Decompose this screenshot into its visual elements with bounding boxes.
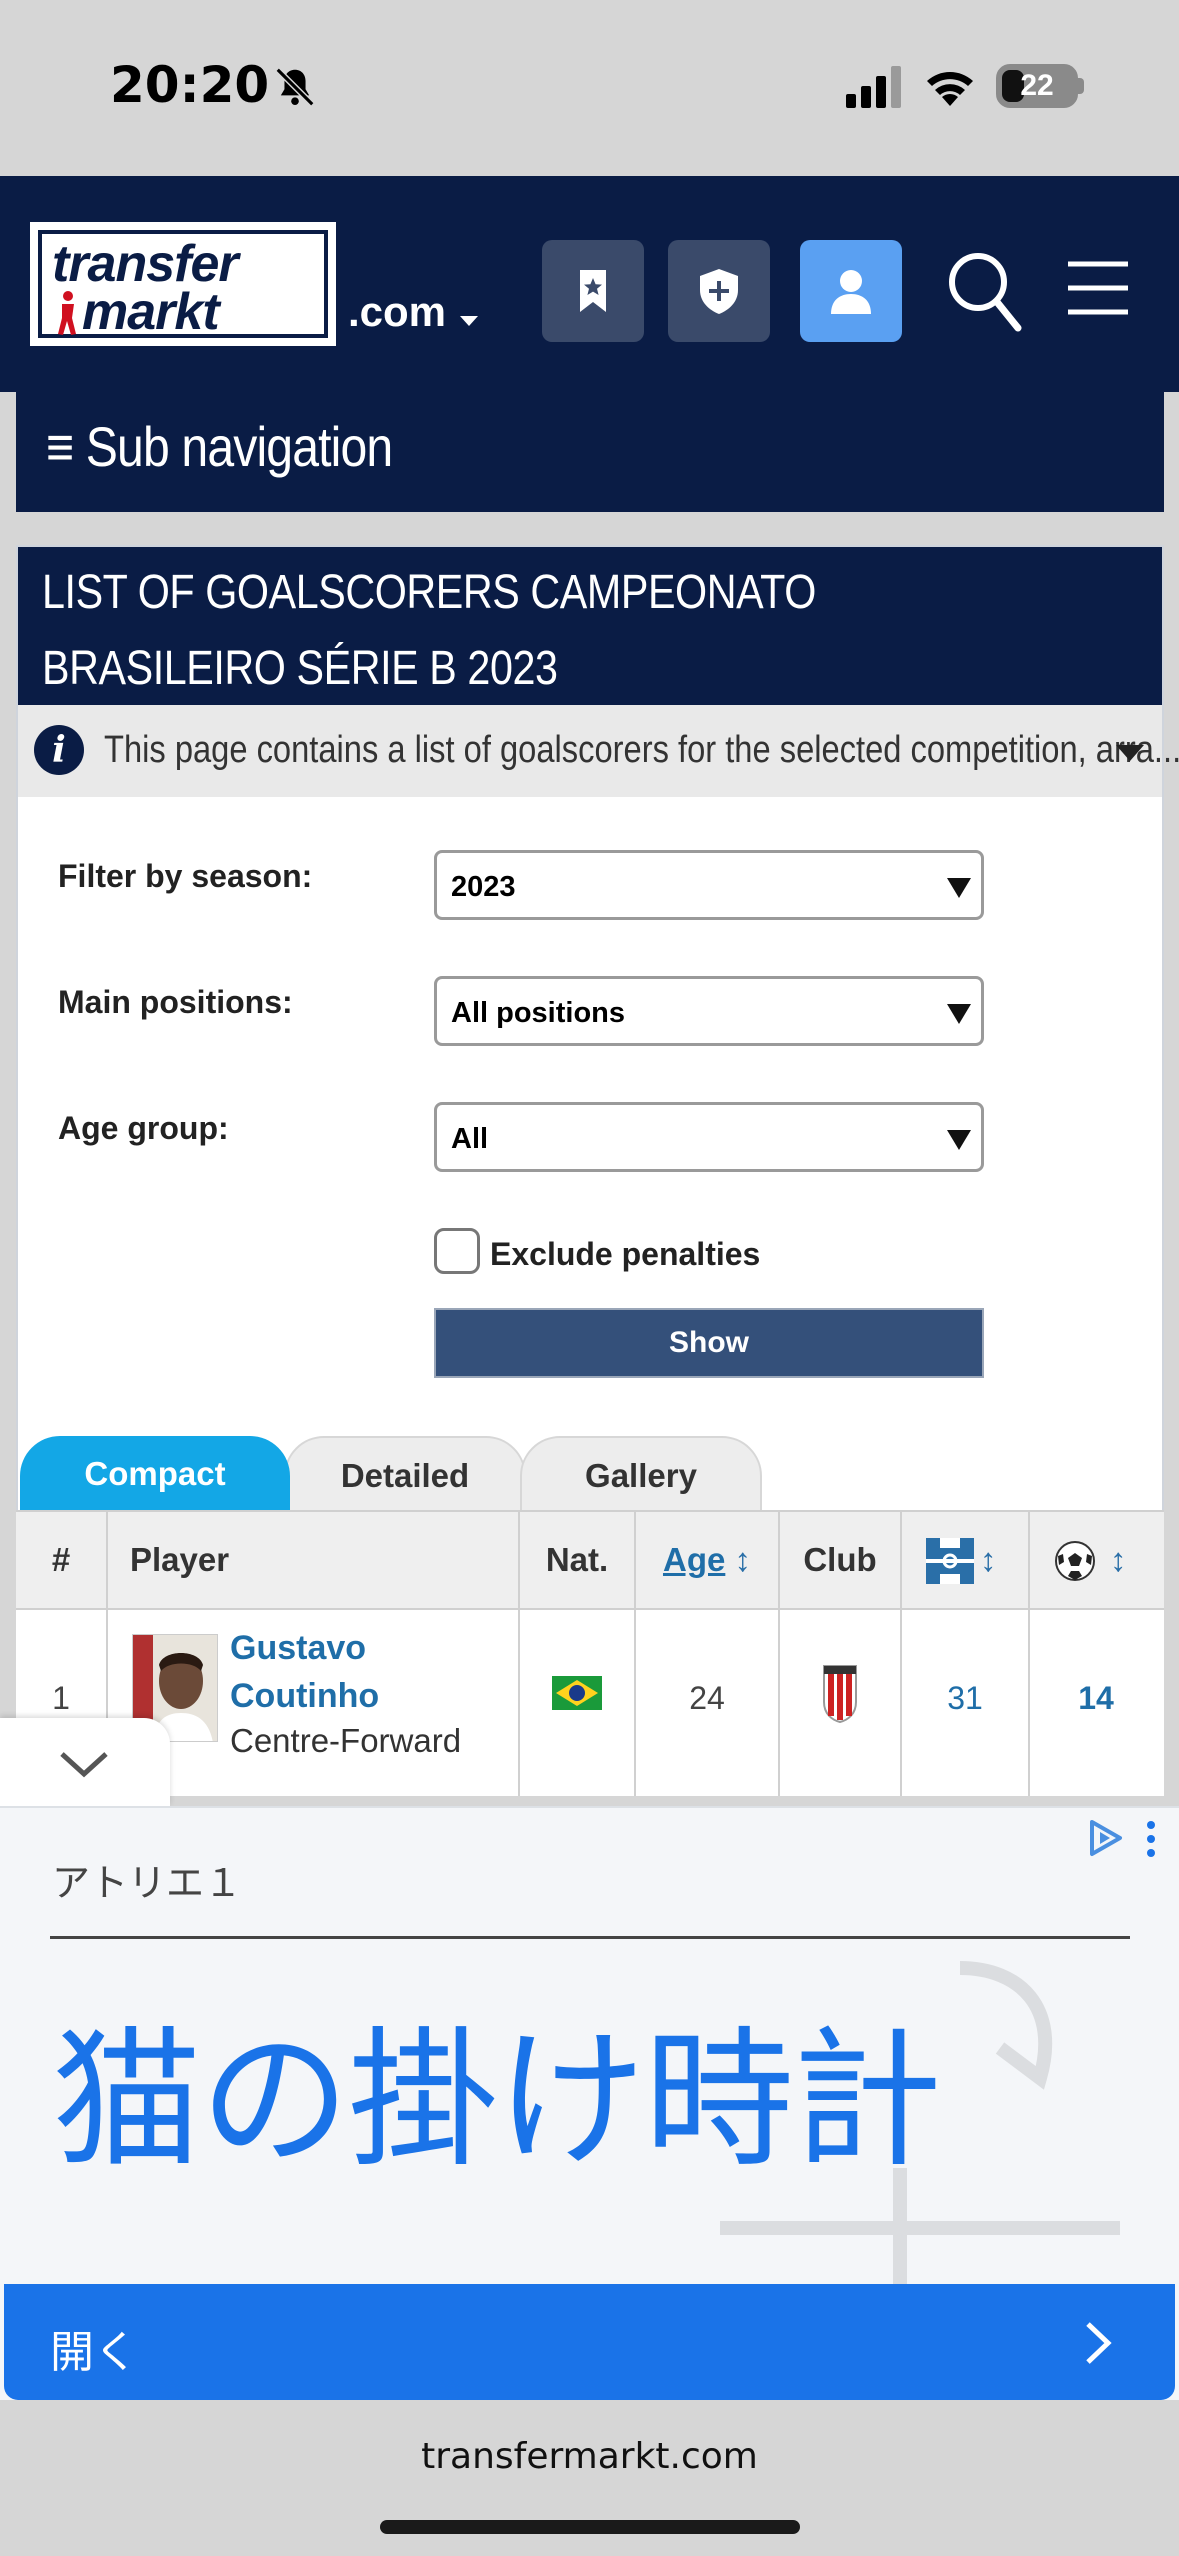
battery-icon: 22 <box>996 64 1078 108</box>
col-nat-header: Nat. <box>520 1512 636 1608</box>
club-crest-icon[interactable] <box>820 1662 860 1724</box>
season-select-value: 2023 <box>451 871 516 903</box>
tab-detailed[interactable]: Detailed <box>284 1436 526 1512</box>
bell-muted-icon <box>275 67 315 107</box>
age-select-value: All <box>451 1123 489 1155</box>
appearances-cell[interactable]: 31 <box>902 1610 1030 1796</box>
nationality-cell <box>520 1610 636 1796</box>
player-name-link[interactable]: Gustavo Coutinho <box>230 1624 430 1720</box>
col-age-header[interactable]: Age ↕ <box>636 1512 780 1608</box>
dropdown-arrow-icon <box>947 878 971 898</box>
chevron-down-icon <box>60 1752 108 1778</box>
age-cell: 24 <box>636 1610 780 1796</box>
browser-address-bar[interactable]: transfermarkt.com <box>0 2400 1179 2556</box>
sort-arrows-icon: ↕ <box>1110 1541 1127 1578</box>
ad-open-button[interactable]: 開く <box>4 2284 1175 2400</box>
football-icon <box>1055 1541 1095 1581</box>
wifi-icon <box>927 72 973 106</box>
watchlist-button[interactable] <box>542 240 644 342</box>
logo-text-line2: markt <box>82 283 220 341</box>
sort-arrows-icon: ↕ <box>980 1541 997 1578</box>
chevron-right-icon <box>1086 2322 1112 2364</box>
season-filter-label: Filter by season: <box>58 858 313 894</box>
col-goals-header[interactable]: ↕ <box>1030 1512 1162 1608</box>
positions-select[interactable]: All positions <box>434 976 984 1046</box>
ad-headline[interactable]: 猫の掛け時計 <box>52 2016 942 2186</box>
player-position: Centre-Forward <box>230 1722 462 1759</box>
goals-cell[interactable]: 14 <box>1030 1610 1162 1796</box>
table-row[interactable]: 1 Gustavo Coutinho Centre-Forward 24 31 … <box>16 1610 1164 1796</box>
user-account-button[interactable] <box>800 240 902 342</box>
page-title-bar: LIST OF GOALSCORERS CAMPEONATO BRASILEIR… <box>18 547 1162 705</box>
tab-compact[interactable]: Compact <box>20 1436 290 1512</box>
info-text: This page contains a list of goalscorers… <box>104 729 1179 771</box>
brazil-flag-icon <box>552 1676 602 1710</box>
age-filter-label: Age group: <box>58 1110 229 1146</box>
tab-gallery[interactable]: Gallery <box>520 1436 762 1512</box>
sub-navigation-label: ≡ Sub navigation <box>46 415 393 478</box>
info-banner[interactable]: i This page contains a list of goalscore… <box>18 705 1179 797</box>
logo-player-icon <box>58 291 76 335</box>
table-header: # Player Nat. Age ↕ Club ↕ ↕ <box>16 1510 1164 1610</box>
positions-select-value: All positions <box>451 997 625 1029</box>
cellular-signal-icon <box>846 66 901 108</box>
home-indicator[interactable] <box>380 2520 800 2534</box>
sub-navigation[interactable]: ≡ Sub navigation <box>16 392 1164 512</box>
age-sort-link[interactable]: Age <box>663 1541 725 1578</box>
ad-collapse-tab[interactable] <box>0 1718 170 1806</box>
age-value: 24 <box>689 1680 725 1716</box>
hamburger-menu-icon[interactable] <box>1066 260 1130 316</box>
exclude-penalties-label[interactable]: Exclude penalties <box>490 1236 760 1273</box>
search-icon[interactable] <box>944 248 1024 334</box>
show-button[interactable]: Show <box>434 1308 984 1378</box>
dropdown-arrow-icon <box>947 1004 971 1024</box>
season-select[interactable]: 2023 <box>434 850 984 920</box>
chevron-down-icon[interactable] <box>1116 745 1144 761</box>
exclude-penalties-checkbox[interactable] <box>434 1228 480 1274</box>
pitch-icon <box>926 1538 974 1584</box>
info-icon: i <box>34 725 84 775</box>
chevron-down-icon <box>460 316 478 326</box>
col-appearances-header[interactable]: ↕ <box>902 1512 1030 1608</box>
transfermarkt-logo[interactable]: transfer markt <box>30 222 336 346</box>
sort-arrows-icon: ↕ <box>734 1541 752 1578</box>
domain-selector[interactable]: .com <box>348 288 446 336</box>
shield-plus-icon <box>700 269 738 314</box>
goals-value[interactable]: 14 <box>1030 1680 1162 1717</box>
status-bar: 20:20 22 <box>0 0 1179 176</box>
col-player-header: Player <box>108 1512 520 1608</box>
more-options-icon[interactable] <box>1144 1820 1158 1858</box>
appearances-value[interactable]: 31 <box>902 1680 1028 1717</box>
dropdown-arrow-icon <box>947 1130 971 1150</box>
user-icon <box>831 270 871 314</box>
clock: 20:20 <box>110 56 270 114</box>
club-cell[interactable] <box>780 1610 902 1796</box>
positions-filter-label: Main positions: <box>58 984 293 1020</box>
col-club-header: Club <box>780 1512 902 1608</box>
club-shield-button[interactable] <box>668 240 770 342</box>
adchoices-icon[interactable] <box>1086 1818 1126 1858</box>
page-title: LIST OF GOALSCORERS CAMPEONATO BRASILEIR… <box>42 566 816 695</box>
age-select[interactable]: All <box>434 1102 984 1172</box>
url-text[interactable]: transfermarkt.com <box>0 2436 1179 2477</box>
battery-level: 22 <box>1020 69 1054 102</box>
col-rank-header: # <box>16 1512 108 1608</box>
bookmark-star-icon <box>580 270 606 312</box>
site-header: transfer markt .com <box>0 176 1179 392</box>
rank-value: 1 <box>52 1680 70 1716</box>
ad-open-label: 開く <box>50 2327 138 2378</box>
ad-advertiser-name: アトリエ１ <box>52 1861 243 1905</box>
ad-divider <box>50 1936 1130 1939</box>
advertisement[interactable]: アトリエ１ 猫の掛け時計 開く <box>0 1806 1179 2400</box>
